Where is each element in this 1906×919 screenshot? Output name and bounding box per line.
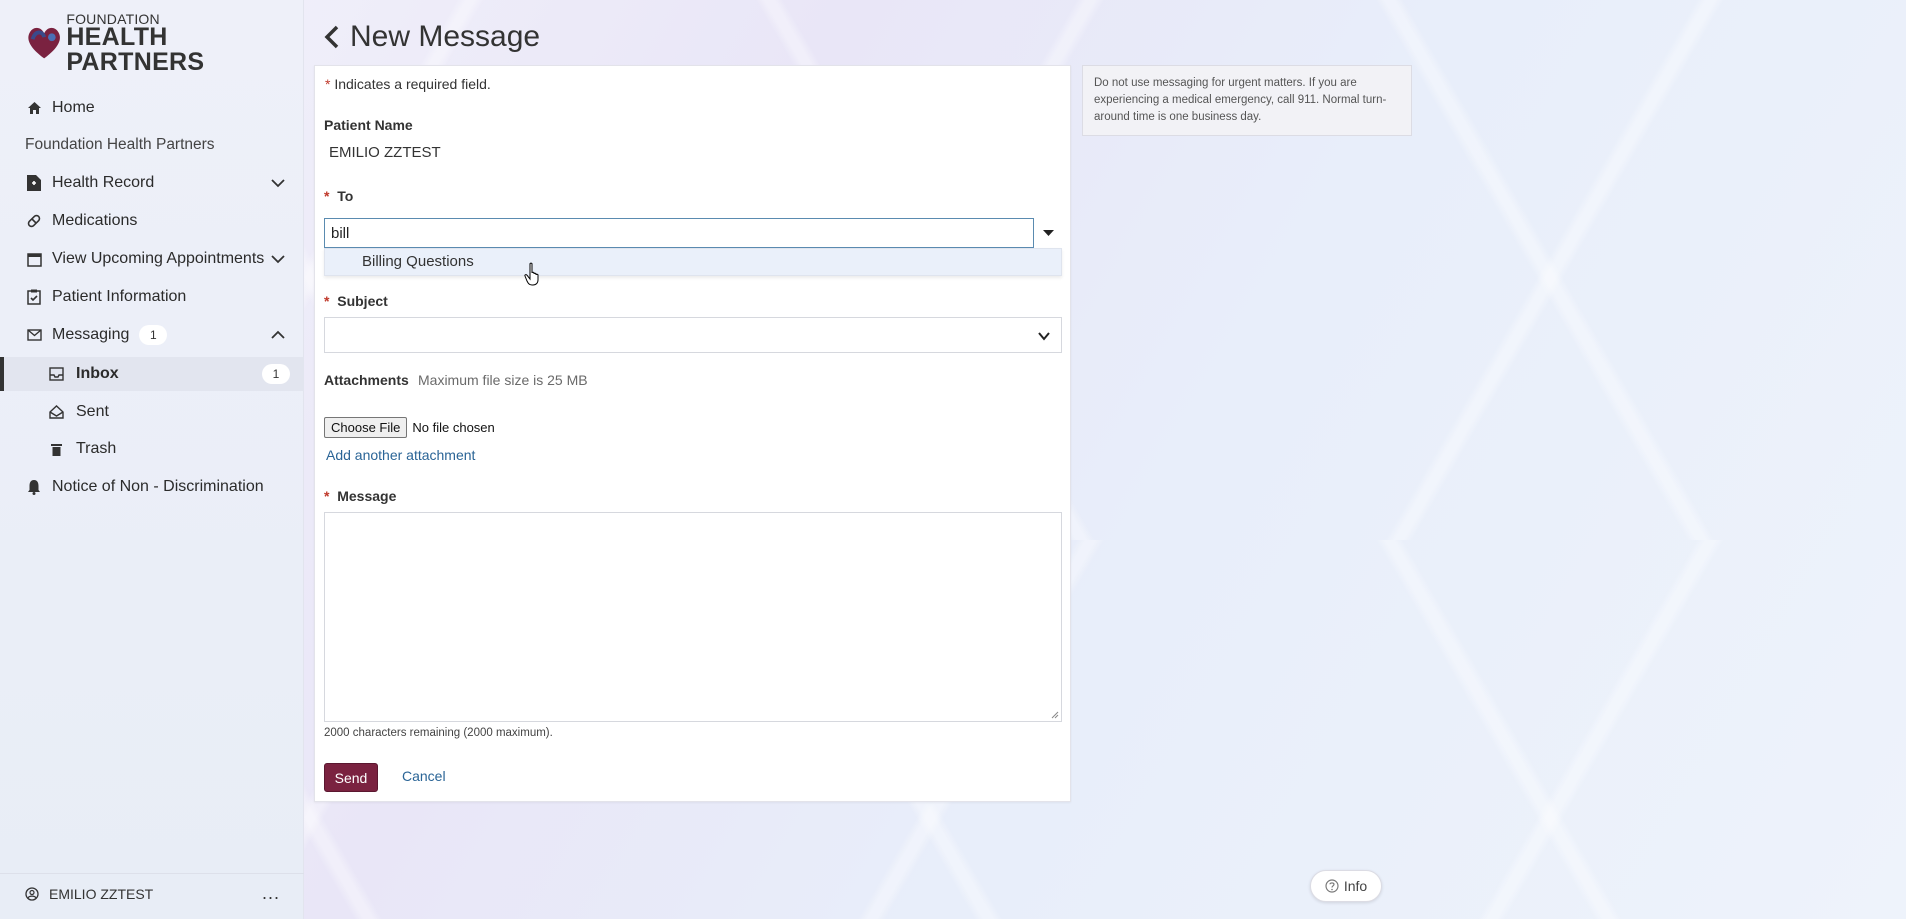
file-medical-icon bbox=[26, 175, 42, 191]
info-button[interactable]: Info bbox=[1310, 870, 1382, 902]
attachments-label: Attachments bbox=[324, 372, 409, 388]
required-marker: * bbox=[324, 188, 330, 204]
user-account-row[interactable]: EMILIO ZZTEST ... bbox=[0, 873, 304, 909]
choose-file-button[interactable]: Choose File bbox=[324, 417, 408, 438]
inbox-icon bbox=[48, 366, 64, 382]
to-suggestion-list: Billing Questions bbox=[324, 248, 1062, 276]
file-status-text: No file chosen bbox=[412, 420, 495, 435]
required-marker: * bbox=[325, 76, 331, 92]
resize-grip-icon[interactable] bbox=[1051, 711, 1059, 719]
sidebar-item-label: Patient Information bbox=[52, 288, 187, 305]
sidebar-item-label: Health Record bbox=[52, 174, 155, 191]
sidebar-item-label: Sent bbox=[76, 403, 109, 420]
sidebar-item-medications[interactable]: Medications bbox=[0, 204, 304, 238]
to-dropdown-toggle[interactable] bbox=[1034, 218, 1062, 248]
bell-icon bbox=[26, 479, 42, 495]
sidebar-item-label: View Upcoming Appointments bbox=[52, 250, 265, 267]
to-label: * To bbox=[324, 188, 353, 204]
subject-label-text: Subject bbox=[337, 293, 388, 309]
sidebar-item-messaging[interactable]: Messaging 1 bbox=[0, 318, 304, 352]
sidebar: FOUNDATION HEALTH PARTNERS Home Foundati… bbox=[0, 0, 304, 919]
sidebar-item-notice-non-discrimination[interactable]: Notice of Non - Discrimination bbox=[0, 470, 304, 504]
brand-logo[interactable]: FOUNDATION HEALTH PARTNERS bbox=[24, 12, 303, 74]
to-recipient-input[interactable] bbox=[324, 218, 1034, 248]
attachments-size-hint: Maximum file size is 25 MB bbox=[418, 372, 588, 388]
message-label-text: Message bbox=[337, 488, 397, 504]
message-label: * Message bbox=[324, 488, 396, 504]
patient-name-label: Patient Name bbox=[324, 117, 413, 133]
sidebar-item-trash[interactable]: Trash bbox=[0, 432, 304, 466]
required-marker: * bbox=[324, 293, 330, 309]
page-title: New Message bbox=[350, 20, 541, 53]
to-option-billing-questions[interactable]: Billing Questions bbox=[362, 253, 474, 270]
info-label: Info bbox=[1343, 878, 1368, 894]
sidebar-item-upcoming-appointments[interactable]: View Upcoming Appointments bbox=[0, 242, 304, 276]
page-header: New Message bbox=[322, 20, 540, 54]
add-another-attachment-link[interactable]: Add another attachment bbox=[326, 447, 475, 463]
sent-icon bbox=[48, 404, 64, 420]
new-message-form: * Indicates a required field. Patient Na… bbox=[314, 65, 1071, 802]
required-note-text: Indicates a required field. bbox=[334, 76, 491, 92]
sidebar-item-health-record[interactable]: Health Record bbox=[0, 166, 304, 200]
message-textarea[interactable] bbox=[324, 512, 1062, 722]
question-circle-icon bbox=[1325, 879, 1339, 893]
to-label-text: To bbox=[337, 188, 354, 204]
chevron-up-icon[interactable] bbox=[270, 327, 286, 343]
sidebar-item-home[interactable]: Home bbox=[0, 91, 304, 125]
subject-label: * Subject bbox=[324, 293, 388, 309]
file-picker: Choose File No file chosen bbox=[324, 417, 495, 438]
user-name: EMILIO ZZTEST bbox=[49, 885, 154, 902]
heart-logo-icon bbox=[28, 27, 60, 59]
home-icon bbox=[26, 100, 42, 116]
character-count: 2000 characters remaining (2000 maximum)… bbox=[324, 727, 553, 739]
envelope-icon bbox=[26, 327, 42, 343]
chevron-down-icon[interactable] bbox=[270, 175, 286, 191]
sidebar-item-label: Trash bbox=[76, 440, 117, 457]
sidebar-item-label: Foundation Health Partners bbox=[25, 136, 215, 153]
patient-name-value: EMILIO ZZTEST bbox=[329, 144, 441, 161]
back-chevron-icon[interactable] bbox=[322, 24, 342, 50]
sidebar-item-label: Inbox bbox=[76, 365, 119, 382]
caret-down-icon bbox=[1042, 229, 1054, 236]
sidebar-item-sent[interactable]: Sent bbox=[0, 395, 304, 429]
chevron-down-icon bbox=[1038, 332, 1050, 341]
calendar-icon bbox=[26, 251, 42, 267]
chevron-down-icon[interactable] bbox=[270, 251, 286, 267]
more-options-icon[interactable]: ... bbox=[262, 883, 280, 904]
messaging-count-badge: 1 bbox=[139, 325, 168, 345]
urgent-matters-notice: Do not use messaging for urgent matters.… bbox=[1082, 65, 1412, 136]
sidebar-item-inbox[interactable]: Inbox 1 bbox=[0, 357, 304, 391]
inbox-count-badge: 1 bbox=[262, 364, 290, 384]
sidebar-item-patient-information[interactable]: Patient Information bbox=[0, 280, 304, 314]
brand-bottom-text: HEALTH PARTNERS bbox=[66, 22, 205, 76]
sidebar-item-label: Home bbox=[52, 99, 95, 116]
trash-icon bbox=[48, 441, 64, 457]
cancel-link[interactable]: Cancel bbox=[402, 768, 446, 784]
subject-select[interactable] bbox=[324, 317, 1062, 353]
sidebar-item-label: Notice of Non - Discrimination bbox=[52, 478, 264, 495]
sidebar-item-label: Medications bbox=[52, 212, 138, 229]
send-button[interactable]: Send bbox=[324, 763, 378, 792]
clipboard-check-icon bbox=[26, 289, 42, 305]
user-circle-icon bbox=[25, 886, 39, 901]
sidebar-item-foundation-health-partners[interactable]: Foundation Health Partners bbox=[0, 128, 304, 162]
pill-icon bbox=[26, 213, 42, 229]
required-field-note: * Indicates a required field. bbox=[325, 76, 491, 92]
required-marker: * bbox=[324, 488, 330, 504]
sidebar-item-label: Messaging bbox=[52, 326, 130, 343]
